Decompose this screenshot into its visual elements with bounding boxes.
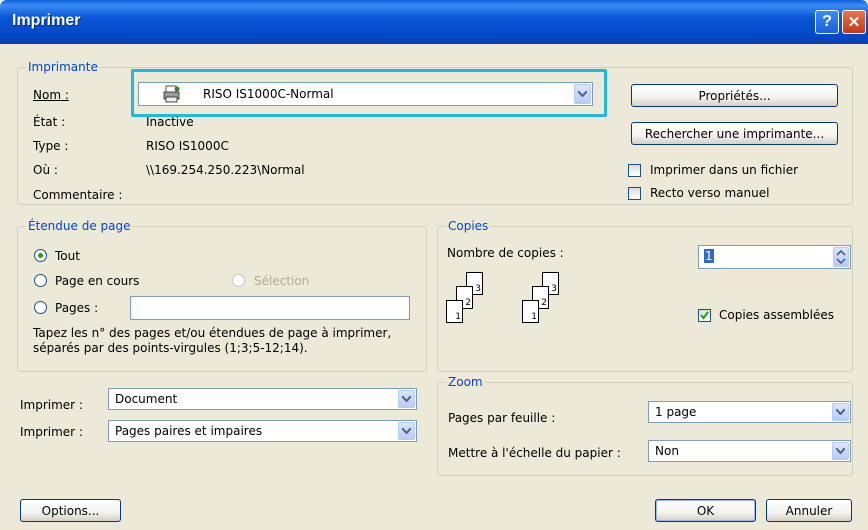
window-title: Imprimer	[12, 12, 81, 29]
pages-per-sheet-select[interactable]: 1 page	[648, 401, 851, 423]
page-number-1: 1	[455, 312, 461, 322]
range-current-label[interactable]: Page en cours	[55, 274, 139, 288]
help-button[interactable]: ?	[815, 10, 839, 34]
copies-count-spinner[interactable]: 1	[698, 245, 851, 269]
chevron-down-icon[interactable]	[398, 390, 415, 408]
chevron-down-icon[interactable]	[832, 442, 849, 460]
print-what-label: Imprimer :	[20, 398, 83, 412]
printer-type-label: Type :	[33, 139, 69, 153]
zoom-legend: Zoom	[446, 375, 485, 389]
printer-legend: Imprimante	[26, 60, 100, 74]
page-number-3: 3	[551, 284, 557, 294]
close-icon: ✕	[847, 14, 861, 31]
options-button[interactable]: Options...	[20, 499, 121, 522]
range-pages-radio[interactable]	[34, 301, 47, 314]
copies-count-label: Nombre de copies :	[447, 246, 564, 260]
range-all-label[interactable]: Tout	[55, 249, 80, 263]
range-pages-label[interactable]: Pages :	[55, 301, 98, 315]
print-what-value: Document	[115, 392, 178, 406]
collate-label[interactable]: Copies assemblées	[719, 308, 834, 322]
page-icon-1: 1	[446, 300, 463, 323]
chevron-down-icon[interactable]	[832, 403, 849, 421]
copies-legend: Copies	[446, 219, 491, 233]
page-number-2: 2	[465, 298, 471, 308]
checkmark-icon	[700, 311, 709, 320]
print-dialog: Imprimer ? ✕ Imprimante Nom : RISO IS100…	[0, 0, 868, 530]
page-number-2: 2	[541, 298, 547, 308]
printer-where-value: \\169.254.250.223\Normal	[146, 163, 305, 177]
scale-label: Mettre à l'échelle du papier :	[448, 446, 621, 460]
options-button-label: Options...	[41, 503, 100, 518]
ok-button-label: OK	[696, 503, 715, 518]
print-to-file-label[interactable]: Imprimer dans un fichier	[650, 163, 798, 177]
title-bar[interactable]: Imprimer ? ✕	[0, 0, 868, 44]
find-printer-button[interactable]: Rechercher une imprimante...	[631, 122, 838, 145]
spin-arrows-icon[interactable]	[833, 247, 849, 267]
scale-select[interactable]: Non	[648, 440, 851, 462]
print-what-select[interactable]: Document	[108, 388, 417, 410]
pages-per-sheet-value: 1 page	[655, 405, 697, 419]
help-icon: ?	[822, 13, 832, 30]
pages-input[interactable]	[130, 296, 410, 320]
printer-name-label: Nom :	[33, 88, 69, 102]
page-number-3: 3	[475, 284, 481, 294]
range-all-radio[interactable]	[34, 249, 47, 262]
cancel-button[interactable]: Annuler	[766, 499, 852, 522]
range-current-radio[interactable]	[34, 274, 47, 287]
page-range-legend: Étendue de page	[26, 219, 133, 233]
radio-selected-dot	[38, 253, 43, 258]
print-pages-value: Pages paires et impaires	[115, 424, 263, 438]
printer-name-label-text: Nom :	[33, 88, 69, 102]
ok-button[interactable]: OK	[655, 499, 756, 522]
collated-pages-illustration-1: 3 2 1	[446, 266, 496, 346]
manual-duplex-label[interactable]: Recto verso manuel	[650, 186, 769, 200]
properties-button[interactable]: Propriétés...	[631, 84, 838, 107]
close-button[interactable]: ✕	[842, 10, 866, 34]
manual-duplex-checkbox[interactable]	[628, 187, 641, 200]
copies-count-value: 1	[704, 249, 714, 263]
collate-checkbox[interactable]	[698, 309, 711, 322]
printer-where-label: Où :	[33, 163, 58, 177]
page-number-1: 1	[531, 312, 537, 322]
pages-per-sheet-label: Pages par feuille :	[448, 411, 556, 425]
cancel-button-label: Annuler	[785, 503, 833, 518]
scale-value: Non	[655, 444, 679, 458]
printer-status-label: État :	[33, 115, 66, 129]
find-printer-button-label: Rechercher une imprimante...	[644, 126, 825, 141]
printer-comment-label: Commentaire :	[33, 188, 123, 202]
properties-button-label: Propriétés...	[698, 88, 771, 103]
print-pages-select[interactable]: Pages paires et impaires	[108, 420, 417, 442]
collated-pages-illustration-2: 3 2 1	[522, 266, 572, 346]
printer-highlight-box	[131, 69, 607, 117]
printer-type-value: RISO IS1000C	[146, 139, 229, 153]
page-icon-1: 1	[522, 300, 539, 323]
print-to-file-checkbox[interactable]	[628, 164, 641, 177]
chevron-down-icon[interactable]	[398, 422, 415, 440]
range-selection-radio	[232, 274, 245, 287]
range-selection-label: Sélection	[254, 274, 310, 288]
print-pages-label: Imprimer :	[20, 425, 83, 439]
page-range-hint: Tapez les n° des pages et/ou étendues de…	[33, 326, 392, 355]
printer-status-value: Inactive	[146, 115, 194, 129]
